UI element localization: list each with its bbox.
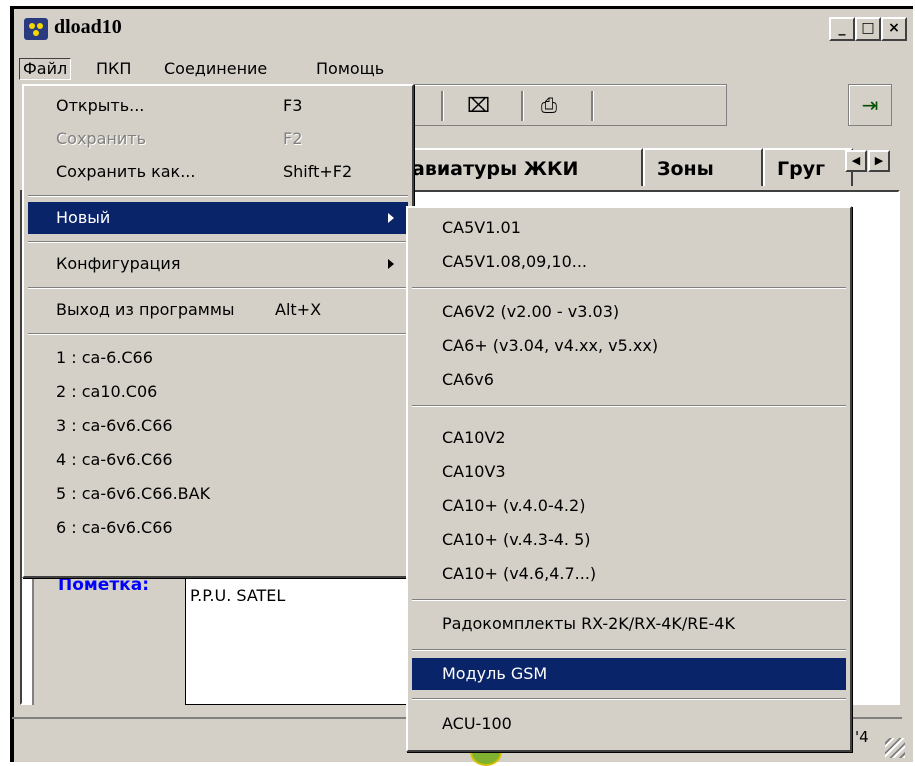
submenu-radio-kits[interactable]: Радокомплекты RX-2K/RX-4K/RE-4K xyxy=(412,608,846,640)
menu-separator xyxy=(412,405,846,407)
tab-scroll-right-icon[interactable]: ▶ xyxy=(868,150,890,172)
toolbar: ▬ ⌧ ⎙ xyxy=(380,84,727,126)
submenu-ca6v2[interactable]: CA6V2 (v2.00 - v3.03) xyxy=(412,296,846,328)
maximize-button[interactable]: □ xyxy=(855,17,881,41)
toolbar-separator xyxy=(591,91,594,121)
menu-connection[interactable]: Соединение xyxy=(164,59,267,79)
resize-grip-icon[interactable] xyxy=(885,738,905,758)
tab-zones[interactable]: Зоны xyxy=(643,148,763,186)
submenu-ca10plus-40[interactable]: CA10+ (v.4.0-4.2) xyxy=(412,490,846,522)
menu-exit[interactable]: Выход из программы Alt+X xyxy=(28,294,408,326)
submenu-ca10v3[interactable]: CA10V3 xyxy=(412,456,846,488)
menu-recent-4[interactable]: 4 : ca-6v6.C66 xyxy=(28,444,408,476)
submenu-ca5v101[interactable]: CA5V1.01 xyxy=(412,212,846,244)
menu-separator xyxy=(412,649,846,651)
title-bar[interactable]: dload10 _ □ × xyxy=(14,9,913,49)
menu-recent-3[interactable]: 3 : ca-6v6.C66 xyxy=(28,410,408,442)
printer-icon[interactable]: ⎙ xyxy=(541,95,557,115)
menu-recent-6[interactable]: 6 : ca-6v6.C66 xyxy=(28,512,408,544)
submenu-gsm-module[interactable]: Модуль GSM xyxy=(412,658,846,690)
close-button[interactable]: × xyxy=(881,17,907,41)
menu-separator xyxy=(412,287,846,289)
tab-keypads[interactable]: авиатуры ЖКИ xyxy=(400,148,643,186)
note-field[interactable]: P.P.U. SATEL xyxy=(185,575,407,705)
submenu-ca6v6[interactable]: CA6v6 xyxy=(412,364,846,396)
menu-save-as[interactable]: Сохранить как... Shift+F2 xyxy=(28,156,408,188)
toolbar-separator xyxy=(521,91,524,121)
submenu-ca10v2[interactable]: CA10V2 xyxy=(412,422,846,454)
status-text: '4 xyxy=(855,728,869,746)
window-title: dload10 xyxy=(54,16,122,38)
menu-recent-5[interactable]: 5 : ca-6v6.C66.BAK xyxy=(28,478,408,510)
menu-separator xyxy=(28,195,408,197)
submenu-ca10plus-43[interactable]: CA10+ (v.4.3-4. 5) xyxy=(412,524,846,556)
menu-separator xyxy=(28,241,408,243)
menu-help[interactable]: Помощь xyxy=(316,59,384,79)
new-submenu: CA5V1.01 CA5V1.08,09,10... CA6V2 (v2.00 … xyxy=(406,206,852,752)
menu-new[interactable]: Новый xyxy=(28,202,408,234)
device-icon[interactable]: ⌧ xyxy=(467,95,490,115)
exit-icon[interactable]: ⇥ xyxy=(848,84,892,126)
menu-recent-1[interactable]: 1 : ca-6.C66 xyxy=(28,342,408,374)
file-menu: Открыть... F3 Сохранить F2 Сохранить как..… xyxy=(22,84,414,578)
submenu-arrow-icon xyxy=(388,259,394,269)
note-label: Пометка: xyxy=(58,575,149,595)
submenu-ca10plus-46[interactable]: CA10+ (v4.6,4.7...) xyxy=(412,558,846,590)
submenu-arrow-icon xyxy=(388,213,394,223)
menu-pkp[interactable]: ПКП xyxy=(96,59,131,79)
menu-separator xyxy=(28,333,408,335)
tab-groups[interactable]: Груг xyxy=(763,148,853,186)
menu-configuration[interactable]: Конфигурация xyxy=(28,248,408,280)
menu-separator xyxy=(28,287,408,289)
menu-open[interactable]: Открыть... F3 xyxy=(28,90,408,122)
minimize-button[interactable]: _ xyxy=(829,17,855,41)
submenu-ca5v108[interactable]: CA5V1.08,09,10... xyxy=(412,246,846,278)
menu-separator xyxy=(412,698,846,700)
toolbar-separator xyxy=(441,91,444,121)
menu-file[interactable]: Файл xyxy=(19,58,72,80)
menu-bar: Файл ПКП Соединение Помощь xyxy=(14,49,913,87)
menu-save[interactable]: Сохранить F2 xyxy=(28,123,408,155)
menu-recent-2[interactable]: 2 : ca10.C06 xyxy=(28,376,408,408)
menu-separator xyxy=(412,599,846,601)
tab-scroll-left-icon[interactable]: ◀ xyxy=(845,150,867,172)
submenu-ca6plus[interactable]: CA6+ (v3.04, v4.xx, v5.xx) xyxy=(412,330,846,362)
submenu-acu100[interactable]: ACU-100 xyxy=(412,708,846,740)
app-icon[interactable] xyxy=(24,18,48,40)
